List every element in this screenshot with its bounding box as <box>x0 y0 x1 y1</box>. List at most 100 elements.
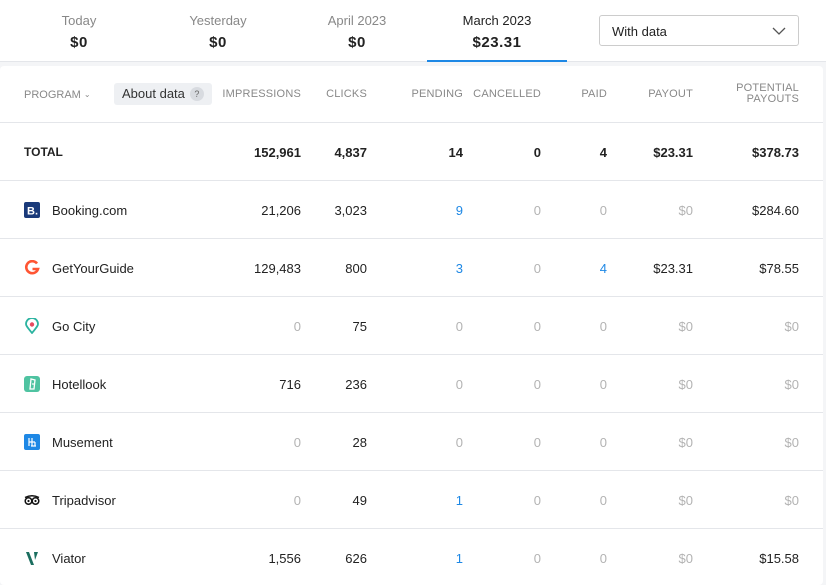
potential-value: $284.60 <box>752 203 799 218</box>
period-tabs: Today $0 Yesterday $0 April 2023 $0 Marc… <box>0 0 826 62</box>
tab-label: April 2023 <box>327 13 387 28</box>
tab-value: $0 <box>348 34 366 51</box>
potential-value: $15.58 <box>759 551 799 566</box>
table-row[interactable]: Musement 0 28 0 0 0 $0 $0 <box>0 413 823 471</box>
potential-header-line2: PAYOUTS <box>746 93 799 105</box>
clicks-value: 75 <box>352 319 367 334</box>
tab-label: March 2023 <box>462 13 532 28</box>
pending-header: PENDING <box>411 88 463 100</box>
table-row[interactable]: Go City 0 75 0 0 0 $0 $0 <box>0 297 823 355</box>
paid-value: 0 <box>599 493 607 508</box>
cancelled-value: 0 <box>533 435 541 450</box>
pending-link[interactable]: 9 <box>456 203 463 218</box>
total-pending: 14 <box>448 145 463 160</box>
tab-value: $23.31 <box>472 34 522 51</box>
pending-link[interactable]: 1 <box>456 493 463 508</box>
tab-yesterday[interactable]: Yesterday $0 <box>148 0 288 62</box>
table-row[interactable]: B. Booking.com 21,206 3,023 9 0 0 $0 $28… <box>0 181 823 239</box>
paid-value: 0 <box>599 551 607 566</box>
payout-value: $0 <box>678 319 693 334</box>
impressions-value: 129,483 <box>254 261 301 276</box>
pending-link[interactable]: 3 <box>456 261 463 276</box>
payout-value: $0 <box>678 377 693 392</box>
payout-value: $0 <box>678 493 693 508</box>
cancelled-value: 0 <box>533 551 541 566</box>
tab-label: Yesterday <box>189 13 247 28</box>
booking-icon: B. <box>24 202 40 218</box>
table-row[interactable]: Tripadvisor 0 49 1 0 0 $0 $0 <box>0 471 823 529</box>
table-header: PROGRAM ⌄ About data? IMPRESSIONS CLICKS … <box>0 66 823 123</box>
payout-value: $0 <box>678 203 693 218</box>
help-icon: ? <box>189 87 204 101</box>
total-clicks: 4,837 <box>334 145 367 160</box>
pending-link[interactable]: 1 <box>456 551 463 566</box>
data-filter-select[interactable]: With data <box>599 15 799 46</box>
tab-april-2023[interactable]: April 2023 $0 <box>287 0 427 62</box>
impressions-value: 0 <box>293 493 301 508</box>
impressions-value: 0 <box>293 319 301 334</box>
data-filter-value: With data <box>612 24 667 39</box>
potential-payouts-header: POTENTIAL PAYOUTS <box>736 83 799 105</box>
total-cancelled: 0 <box>533 145 541 160</box>
pending-value: 0 <box>455 435 463 450</box>
chevron-down-icon: ⌄ <box>83 90 91 99</box>
program-name: GetYourGuide <box>52 261 134 276</box>
payout-value: $23.31 <box>653 261 693 276</box>
program-name: Hotellook <box>52 377 107 392</box>
clicks-value: 800 <box>345 261 367 276</box>
viator-icon <box>26 552 38 565</box>
payout-value: $0 <box>678 551 693 566</box>
tab-today[interactable]: Today $0 <box>9 0 149 62</box>
impressions-value: 21,206 <box>261 203 301 218</box>
table-row[interactable]: Hotellook 716 236 0 0 0 $0 $0 <box>0 355 823 413</box>
clicks-value: 28 <box>352 435 367 450</box>
paid-link[interactable]: 4 <box>600 261 607 276</box>
tab-march-2023[interactable]: March 2023 $23.31 <box>427 0 567 62</box>
pending-value: 0 <box>455 377 463 392</box>
total-paid: 4 <box>599 145 607 160</box>
clicks-value: 3,023 <box>334 203 367 218</box>
potential-value: $78.55 <box>759 261 799 276</box>
payout-value: $0 <box>678 435 693 450</box>
cancelled-value: 0 <box>533 203 541 218</box>
paid-value: 0 <box>599 203 607 218</box>
impressions-value: 1,556 <box>268 551 301 566</box>
total-payout: $23.31 <box>653 145 693 160</box>
clicks-header: CLICKS <box>326 88 367 100</box>
table-row[interactable]: Viator 1,556 626 1 0 0 $0 $15.58 <box>0 529 823 585</box>
table-row[interactable]: GetYourGuide 129,483 800 3 0 4 $23.31 $7… <box>0 239 823 297</box>
programs-table: PROGRAM ⌄ About data? IMPRESSIONS CLICKS … <box>0 66 823 585</box>
total-label: TOTAL <box>24 145 63 159</box>
impressions-header: IMPRESSIONS <box>222 88 301 100</box>
about-data-button[interactable]: About data? <box>114 83 212 105</box>
potential-value: $0 <box>784 319 799 334</box>
tab-value: $0 <box>209 34 227 51</box>
program-name: Booking.com <box>52 203 128 218</box>
hotellook-icon <box>24 376 40 392</box>
impressions-value: 716 <box>279 377 301 392</box>
paid-header: PAID <box>581 88 607 100</box>
program-name: Viator <box>52 551 86 566</box>
tab-label: Today <box>61 13 97 28</box>
tab-value: $0 <box>70 34 88 51</box>
payout-header: PAYOUT <box>648 88 693 100</box>
about-data-label: About data <box>122 86 185 101</box>
musement-icon <box>24 434 40 450</box>
svg-text:B.: B. <box>27 206 38 218</box>
cancelled-value: 0 <box>533 493 541 508</box>
getyourguide-icon <box>25 260 40 275</box>
program-name: Tripadvisor <box>52 493 116 508</box>
paid-value: 0 <box>599 435 607 450</box>
pending-value: 0 <box>455 319 463 334</box>
impressions-value: 0 <box>293 435 301 450</box>
paid-value: 0 <box>599 377 607 392</box>
cancelled-header: CANCELLED <box>473 88 541 100</box>
potential-value: $0 <box>784 435 799 450</box>
cancelled-value: 0 <box>533 261 541 276</box>
program-name: Go City <box>52 319 96 334</box>
program-header-label: PROGRAM <box>24 89 81 101</box>
cancelled-value: 0 <box>533 319 541 334</box>
program-sort-header[interactable]: PROGRAM ⌄ <box>24 89 91 101</box>
potential-value: $0 <box>784 493 799 508</box>
potential-value: $0 <box>784 377 799 392</box>
